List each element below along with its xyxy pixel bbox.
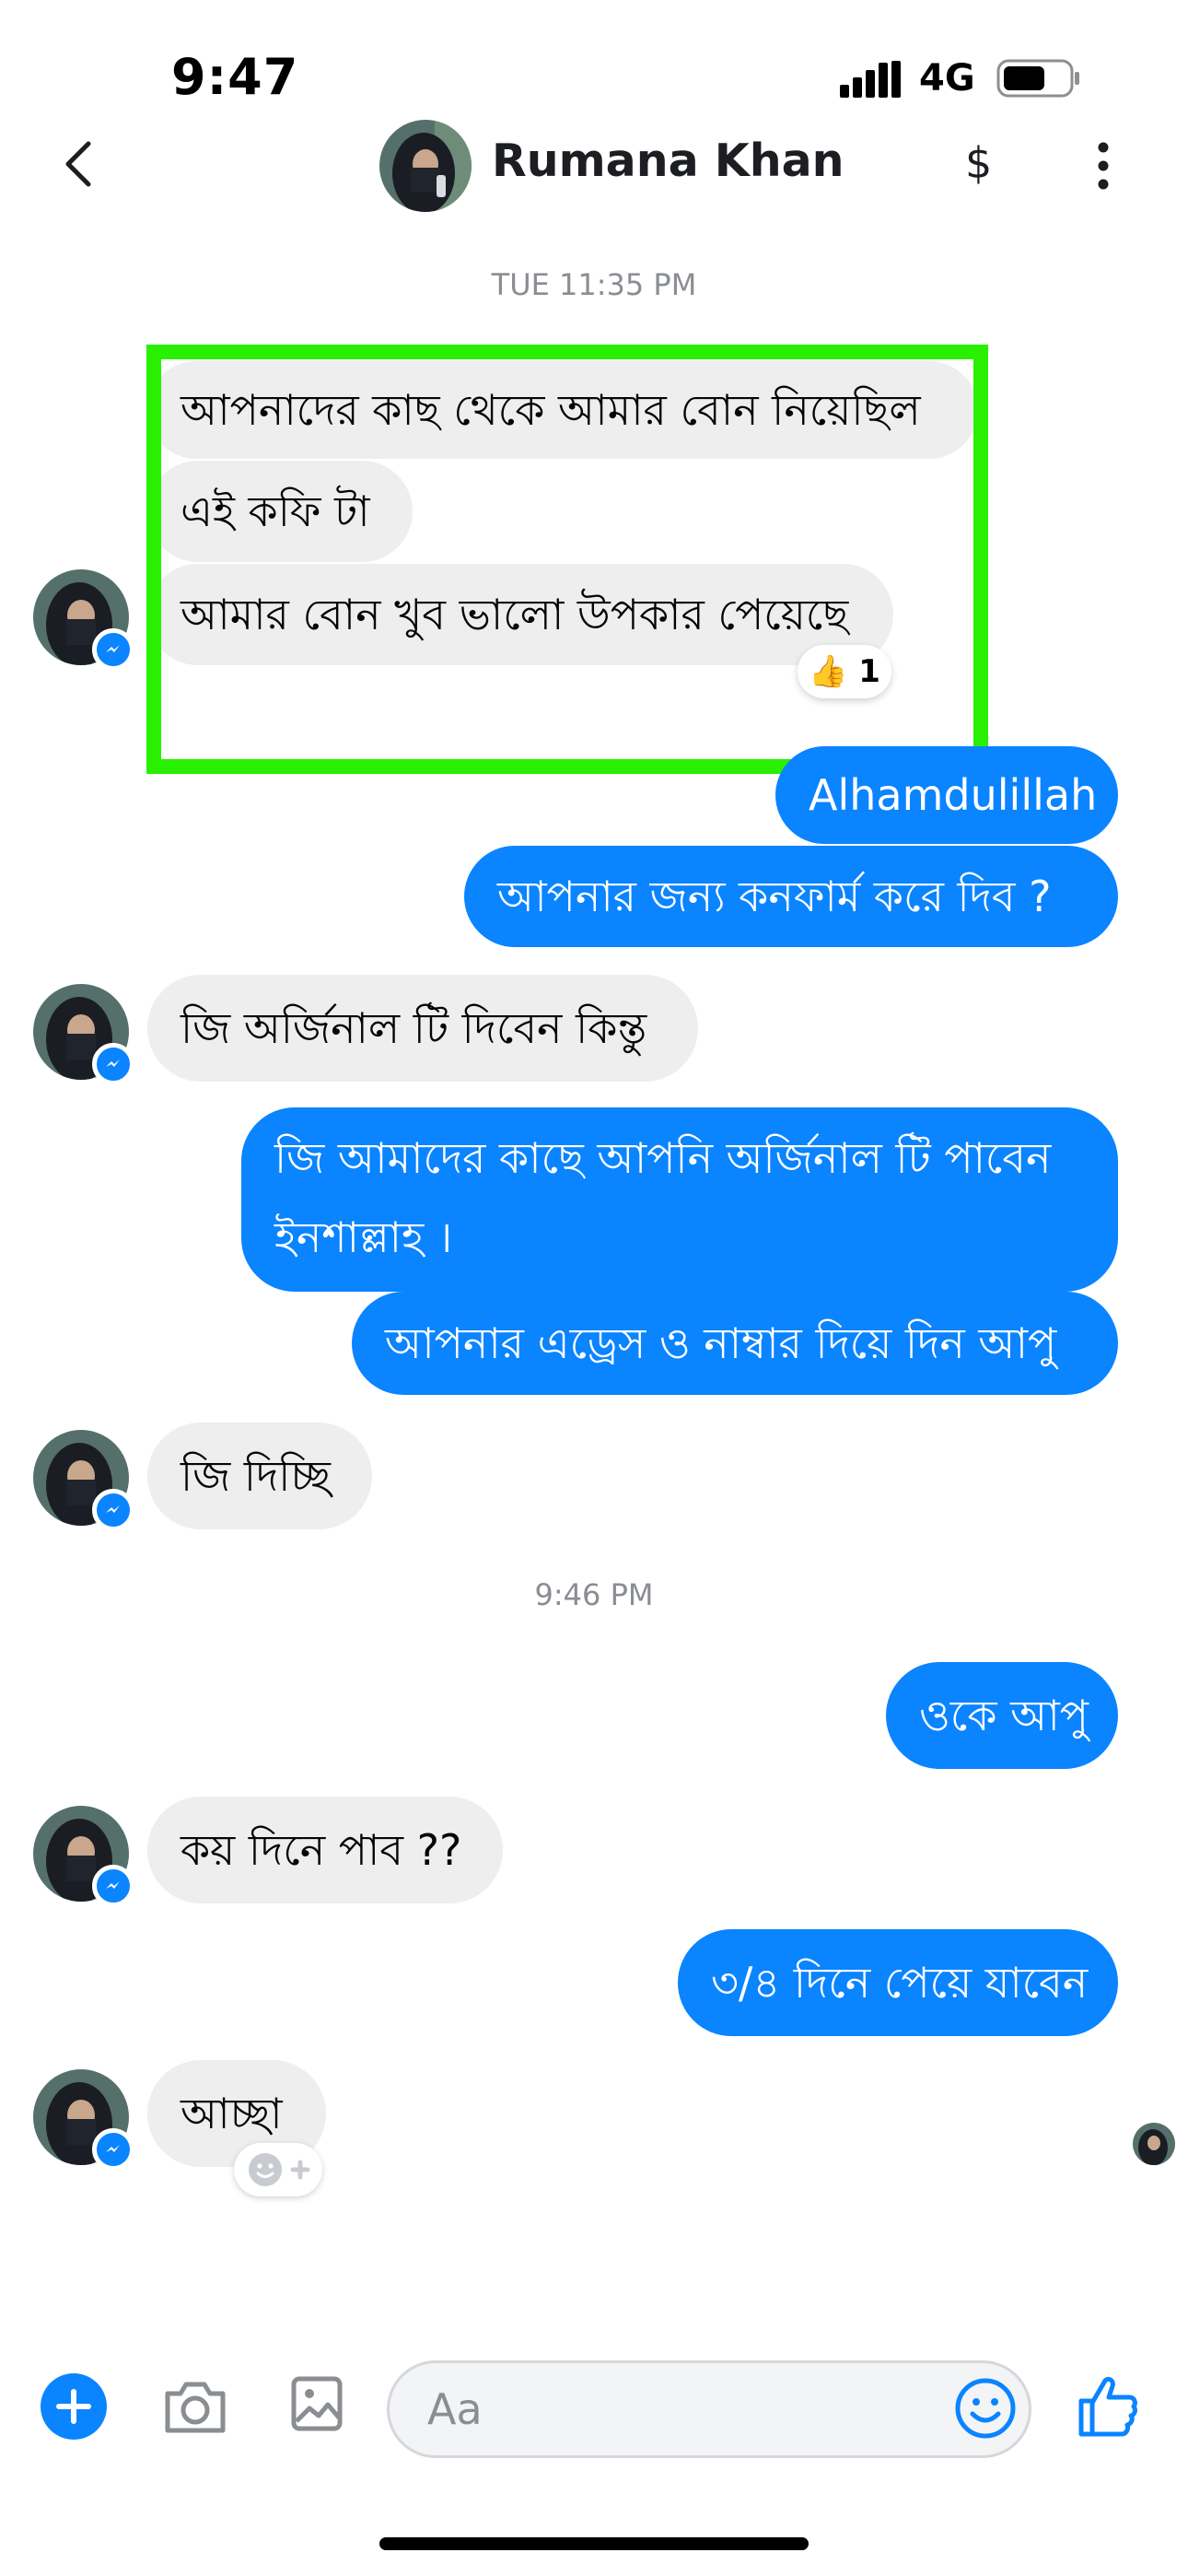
outgoing-message[interactable]: আপনার জন্য কনফার্ম করে দিব ? bbox=[464, 846, 1118, 947]
like-icon[interactable] bbox=[1077, 2373, 1138, 2440]
incoming-message[interactable]: কয় দিনে পাব ?? bbox=[147, 1797, 503, 1903]
messenger-badge-icon bbox=[92, 2128, 134, 2171]
payment-icon[interactable]: $ bbox=[965, 138, 992, 188]
messenger-badge-icon bbox=[92, 1043, 134, 1085]
outgoing-message[interactable]: জি আমাদের কাছে আপনি অর্জিনাল টি পাবেন ইন… bbox=[241, 1107, 1118, 1292]
outgoing-message[interactable]: Alhamdulillah bbox=[775, 746, 1118, 844]
messenger-badge-icon bbox=[92, 1865, 134, 1907]
messenger-badge-icon bbox=[92, 1489, 134, 1531]
gallery-icon[interactable] bbox=[291, 2373, 343, 2432]
message-input[interactable] bbox=[387, 2360, 1031, 2458]
highlight-box bbox=[146, 345, 988, 774]
timestamp: TUE 11:35 PM bbox=[491, 267, 697, 302]
add-reaction-button[interactable] bbox=[234, 2143, 322, 2196]
contact-avatar[interactable] bbox=[379, 120, 472, 212]
outgoing-message[interactable]: ৩/৪ দিনে পেয়ে যাবেন bbox=[678, 1929, 1118, 2036]
outgoing-message[interactable]: ওকে আপু bbox=[886, 1662, 1118, 1769]
status-time: 9:47 bbox=[171, 48, 299, 106]
plus-icon bbox=[56, 2389, 91, 2424]
home-indicator[interactable] bbox=[379, 2537, 809, 2550]
incoming-message[interactable]: জি দিচ্ছি bbox=[147, 1423, 372, 1529]
camera-icon[interactable] bbox=[162, 2377, 228, 2436]
add-button[interactable] bbox=[41, 2373, 107, 2440]
contact-name[interactable]: Rumana Khan bbox=[492, 135, 844, 187]
timestamp: 9:46 PM bbox=[534, 1577, 654, 1612]
outgoing-message[interactable]: আপনার এড্রেস ও নাম্বার দিয়ে দিন আপু bbox=[352, 1292, 1118, 1395]
message-input-placeholder: Aa bbox=[427, 2384, 483, 2434]
network-label: 4G bbox=[919, 57, 975, 100]
back-icon[interactable] bbox=[57, 136, 98, 192]
seen-indicator-avatar bbox=[1133, 2123, 1175, 2165]
more-options-icon[interactable] bbox=[1092, 138, 1114, 193]
incoming-message[interactable]: জি অর্জিনাল টি দিবেন কিন্তু bbox=[147, 975, 698, 1082]
battery-icon bbox=[996, 59, 1079, 98]
emoji-icon[interactable] bbox=[954, 2377, 1017, 2440]
signal-icon bbox=[840, 61, 901, 98]
messenger-badge-icon bbox=[92, 628, 134, 671]
